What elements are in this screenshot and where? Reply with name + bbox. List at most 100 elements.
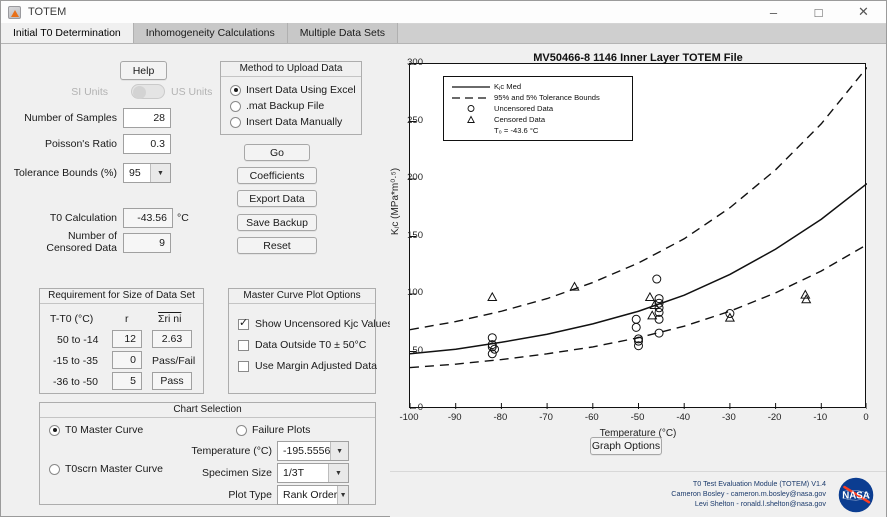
svg-text:NASA: NASA <box>842 491 870 502</box>
export-data-button[interactable]: Export Data <box>237 190 317 207</box>
radio-label: Insert Data Manually <box>246 116 343 128</box>
radio-mark <box>230 100 241 112</box>
radio-label: .mat Backup File <box>246 100 325 112</box>
row-r-value-3: 5 <box>112 372 142 390</box>
temperature-dropdown[interactable]: -195.5556 ▼ <box>277 441 349 461</box>
x-tick-label: -70 <box>539 412 553 423</box>
specimen-size-label: Specimen Size <box>201 467 272 479</box>
tab-initial-t0-determination[interactable]: Initial T0 Determination <box>1 23 134 43</box>
legend-label: Uncensored Data <box>494 104 554 113</box>
checkbox-use-margin-adjusted-data[interactable]: Use Margin Adjusted Data <box>238 360 377 372</box>
tolerance-bounds-label: Tolerance Bounds (%) <box>13 167 117 179</box>
checkbox-box <box>238 317 249 330</box>
plot-options-title: Master Curve Plot Options <box>229 288 375 304</box>
specimen-size-dropdown[interactable]: 1/3T ▼ <box>277 463 349 483</box>
specimen-size-value: 1/3T <box>283 467 305 479</box>
poissons-ratio-label: Poisson's Ratio <box>44 138 117 150</box>
poissons-ratio-input[interactable]: 0.3 <box>123 134 171 154</box>
col-header-t-minus-t0: T-T0 (°C) <box>50 313 94 325</box>
checkbox-data-outside-t0[interactable]: Data Outside T0 ± 50°C <box>238 339 366 351</box>
footer: T0 Test Evaluation Module (TOTEM) V1.4 C… <box>390 471 886 517</box>
radio-label: Insert Data Using Excel <box>246 84 356 96</box>
x-tick-label: -30 <box>722 412 736 423</box>
number-of-samples-input[interactable]: 28 <box>123 108 171 128</box>
row-r-value-2: 0 <box>112 351 142 369</box>
plot-area: Kⱼc Med 95% and 5% Tolerance Bounds Unce… <box>409 63 868 410</box>
save-backup-button[interactable]: Save Backup <box>237 214 317 231</box>
censored-data-value: 9 <box>123 233 171 253</box>
temperature-label: Temperature (°C) <box>191 445 272 457</box>
row-range-3: -36 to -50 <box>53 376 98 388</box>
window-title: TOTEM <box>28 6 67 18</box>
go-button[interactable]: Go <box>244 144 310 161</box>
radio-mark <box>49 424 60 436</box>
x-tick-label: -50 <box>630 412 645 423</box>
graph-options-button[interactable]: Graph Options <box>590 437 662 455</box>
chart-legend: Kⱼc Med 95% and 5% Tolerance Bounds Unce… <box>443 76 633 141</box>
legend-label: 95% and 5% Tolerance Bounds <box>494 93 600 102</box>
legend-label: T₀ = -43.6 °C <box>494 126 539 135</box>
checkbox-box <box>238 360 249 372</box>
tolerance-bounds-dropdown[interactable]: 95 ▼ <box>123 163 171 183</box>
units-toggle[interactable] <box>131 84 165 99</box>
legend-label: Censored Data <box>494 115 546 124</box>
radio-t0scrn-master-curve[interactable]: T0scrn Master Curve <box>49 463 163 475</box>
y-tick-label: 100 <box>407 287 423 298</box>
x-tick-label: 0 <box>863 412 869 423</box>
radio-insert-data-using-excel[interactable]: Insert Data Using Excel <box>230 84 356 96</box>
radio-mark <box>49 463 60 475</box>
units-toggle-knob <box>133 86 146 99</box>
chart-selection-panel: Chart Selection T0 Master Curve T0scrn M… <box>39 402 376 505</box>
radio-insert-data-manually[interactable]: Insert Data Manually <box>230 116 342 128</box>
minimize-icon[interactable]: – <box>751 1 796 23</box>
checkbox-show-uncensored-kjc[interactable]: Show Uncensored Kjc Values <box>238 317 393 330</box>
radio-label: Failure Plots <box>252 424 311 436</box>
chart-selection-title: Chart Selection <box>40 402 375 418</box>
plot-type-dropdown[interactable]: Rank Order ▼ <box>277 485 349 505</box>
credits-line-1: T0 Test Evaluation Module (TOTEM) V1.4 <box>692 479 826 488</box>
y-tick-label: 200 <box>407 172 423 183</box>
tab-multiple-data-sets[interactable]: Multiple Data Sets <box>287 23 398 43</box>
temperature-value: -195.5556 <box>283 445 331 457</box>
no-marker-icon <box>448 125 494 136</box>
radio-failure-plots[interactable]: Failure Plots <box>236 424 310 436</box>
requirement-size-panel: Requirement for Size of Data Set T-T0 (°… <box>39 288 204 394</box>
radio-label: T0scrn Master Curve <box>65 463 164 475</box>
legend-row-t0-annotation: T₀ = -43.6 °C <box>448 125 627 136</box>
close-icon[interactable]: ✕ <box>841 1 886 23</box>
radio-mark <box>230 116 241 128</box>
radio-mat-backup-file[interactable]: .mat Backup File <box>230 100 324 112</box>
tab-bar: Initial T0 Determination Inhomogeneity C… <box>1 23 886 44</box>
window-controls: – □ ✕ <box>751 1 886 23</box>
radio-t0-master-curve[interactable]: T0 Master Curve <box>49 424 143 436</box>
col-header-sum-ri-ni: Σri ni <box>158 313 182 325</box>
credits-text: T0 Test Evaluation Module (TOTEM) V1.4 C… <box>671 479 826 509</box>
row-range-1: 50 to -14 <box>57 334 99 346</box>
checkbox-label: Show Uncensored Kjc Values <box>255 318 393 330</box>
us-units-label: US Units <box>171 86 213 98</box>
credits-line-2: Cameron Bosley - cameron.m.bosley@nasa.g… <box>671 489 826 498</box>
coefficients-button[interactable]: Coefficients <box>237 167 317 184</box>
reset-button[interactable]: Reset <box>237 237 317 254</box>
totem-icon <box>8 5 21 19</box>
help-button[interactable]: Help <box>120 61 167 80</box>
legend-label: Kⱼc Med <box>494 82 522 91</box>
x-tick-label: -90 <box>447 412 462 423</box>
row-r-value-1: 12 <box>112 330 142 348</box>
plot-type-label: Plot Type <box>228 489 272 501</box>
x-tick-label: -20 <box>767 412 782 423</box>
y-tick-label: 150 <box>407 229 423 241</box>
tab-inhomogeneity-calculations[interactable]: Inhomogeneity Calculations <box>133 23 288 43</box>
radio-mark <box>230 84 241 96</box>
title-bar: TOTEM – □ ✕ <box>1 1 886 24</box>
maximize-icon[interactable]: □ <box>796 1 841 23</box>
col-header-r: r <box>125 313 129 325</box>
solid-line-icon <box>448 81 494 92</box>
row-range-2: -15 to -35 <box>53 355 98 367</box>
dashed-line-icon <box>448 92 494 103</box>
x-tick-label: -40 <box>676 412 691 423</box>
chevron-down-icon: ▼ <box>328 464 348 482</box>
plot-type-value: Rank Order <box>283 489 338 501</box>
checkbox-box <box>238 339 249 351</box>
y-tick-label: 50 <box>412 344 423 356</box>
